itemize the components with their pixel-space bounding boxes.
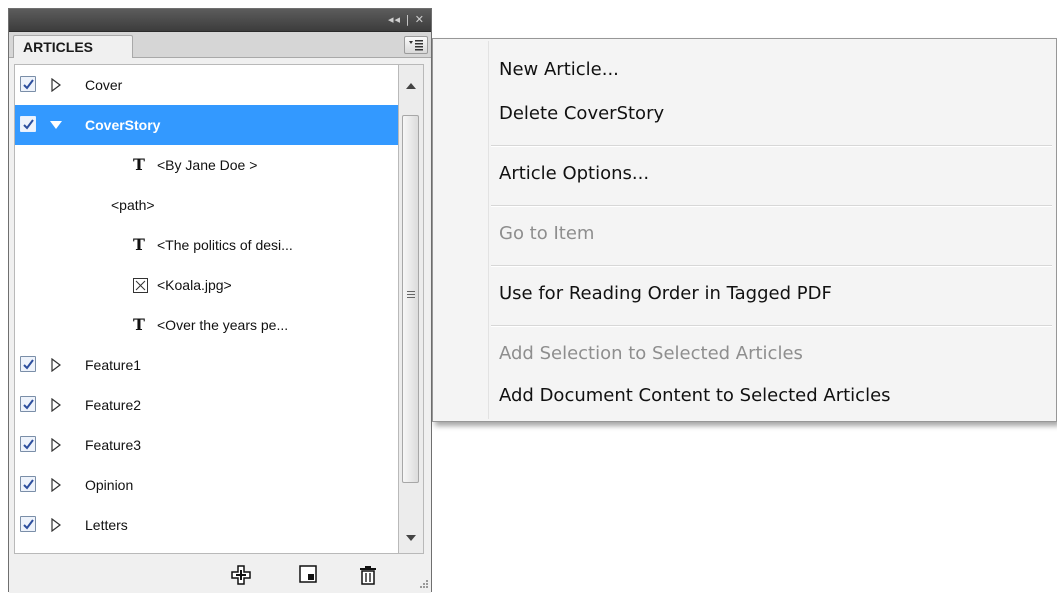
menu-separator [491, 265, 1052, 267]
menu-separator [491, 205, 1052, 207]
collapse-triangle-icon[interactable] [49, 120, 63, 130]
menu-item-add-document-content[interactable]: Add Document Content to Selected Article… [499, 385, 891, 406]
article-item-row[interactable]: T <The politics of desi... [15, 225, 398, 265]
menu-item-delete-article[interactable]: Delete CoverStory [499, 103, 664, 124]
expand-triangle-icon[interactable] [51, 398, 61, 412]
article-item-row[interactable]: <Koala.jpg> [15, 265, 398, 305]
menu-separator [491, 145, 1052, 147]
panel-bottom-toolbar [9, 557, 431, 593]
expand-triangle-icon[interactable] [51, 478, 61, 492]
article-checkbox[interactable] [20, 356, 36, 372]
article-label: Feature2 [85, 397, 142, 413]
article-checkbox[interactable] [20, 476, 36, 492]
expand-triangle-icon[interactable] [51, 358, 61, 372]
resize-grip-icon[interactable] [417, 579, 429, 591]
menu-item-add-selection: Add Selection to Selected Articles [499, 343, 803, 364]
panel-titlebar-controls[interactable]: ◂◂ | ✕ [388, 12, 425, 28]
article-row-cover[interactable]: Cover [15, 65, 398, 105]
article-item-label: <Koala.jpg> [157, 277, 232, 293]
article-label: Feature3 [85, 437, 142, 453]
article-checkbox[interactable] [20, 76, 36, 92]
panel-tab-row: ARTICLES [9, 32, 431, 58]
article-label: Opinion [85, 477, 134, 493]
scrollbar-grip-icon [407, 291, 415, 298]
article-item-row[interactable]: T <By Jane Doe > [15, 145, 398, 185]
text-frame-icon: T [133, 155, 145, 174]
text-frame-icon: T [133, 315, 145, 334]
menu-item-go-to-item: Go to Item [499, 223, 595, 244]
scroll-down-arrow-icon[interactable] [406, 535, 416, 541]
article-item-row[interactable]: <path> [15, 185, 398, 225]
scrollbar-thumb[interactable] [402, 115, 419, 483]
menu-item-new-article[interactable]: New Article... [499, 59, 619, 80]
tab-articles[interactable]: ARTICLES [13, 35, 133, 58]
expand-triangle-icon[interactable] [51, 438, 61, 452]
text-frame-icon: T [133, 235, 145, 254]
article-row-coverstory[interactable]: CoverStory [15, 105, 398, 145]
expand-triangle-icon[interactable] [51, 78, 61, 92]
article-item-row[interactable]: T <Over the years pe... [15, 305, 398, 345]
article-checkbox[interactable] [20, 516, 36, 532]
add-content-icon[interactable] [231, 565, 251, 585]
trash-icon[interactable] [359, 565, 377, 585]
article-row-letters[interactable]: Letters [15, 505, 398, 545]
article-label: Cover [85, 77, 123, 93]
article-label: Letters [85, 517, 128, 533]
article-checkbox[interactable] [20, 436, 36, 452]
article-item-label: <The politics of desi... [157, 237, 293, 253]
panel-menu-button[interactable] [404, 36, 428, 54]
menu-icon-gutter [488, 41, 489, 419]
panel-menu-icon [409, 40, 423, 51]
scroll-up-arrow-icon[interactable] [406, 83, 416, 89]
graphic-frame-icon [133, 278, 148, 293]
article-row-feature2[interactable]: Feature2 [15, 385, 398, 425]
articles-panel: ◂◂ | ✕ ARTICLES Cover CoverStory T <By J… [8, 8, 432, 593]
article-row-feature3[interactable]: Feature3 [15, 425, 398, 465]
article-row-feature1[interactable]: Feature1 [15, 345, 398, 385]
article-row-opinion[interactable]: Opinion [15, 465, 398, 505]
menu-separator [491, 325, 1052, 327]
article-checkbox[interactable] [20, 396, 36, 412]
article-item-label: <Over the years pe... [157, 317, 289, 333]
articles-list: Cover CoverStory T <By Jane Doe > <path>… [14, 64, 399, 554]
article-item-label: <path> [111, 197, 155, 213]
article-label: Feature1 [85, 357, 142, 373]
panel-titlebar[interactable]: ◂◂ | ✕ [9, 9, 431, 32]
expand-triangle-icon[interactable] [51, 518, 61, 532]
article-checkbox[interactable] [20, 116, 36, 132]
menu-item-reading-order[interactable]: Use for Reading Order in Tagged PDF [499, 283, 832, 304]
article-item-label: <By Jane Doe > [157, 157, 258, 173]
new-article-icon[interactable] [299, 565, 317, 583]
article-label: CoverStory [85, 117, 161, 133]
articles-scrollbar[interactable] [399, 64, 424, 554]
panel-flyout-menu: New Article... Delete CoverStory Article… [432, 38, 1057, 422]
menu-item-article-options[interactable]: Article Options... [499, 163, 649, 184]
